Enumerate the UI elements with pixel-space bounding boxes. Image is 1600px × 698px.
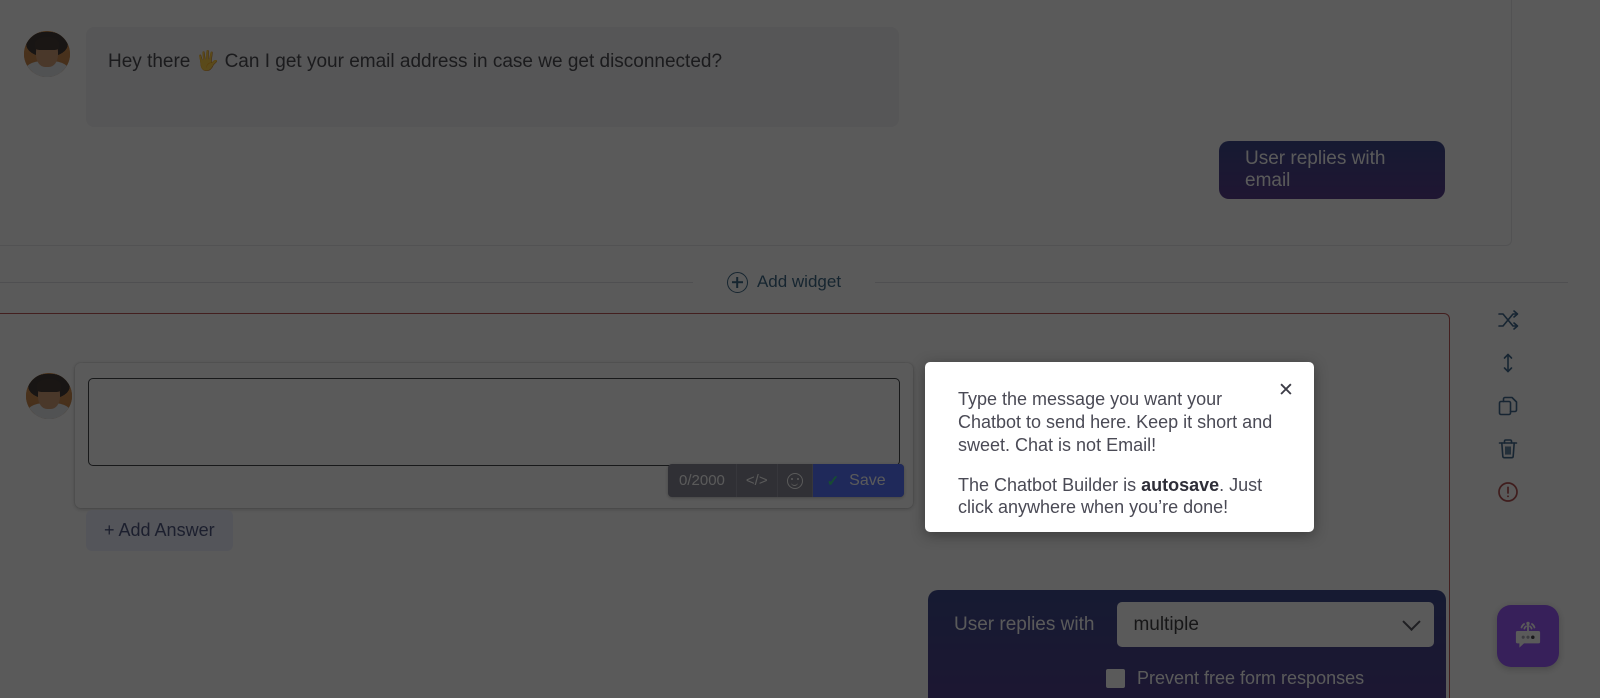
- user-reply-pill-label: User replies with email: [1245, 148, 1386, 191]
- user-reply-pill[interactable]: User replies with email: [1219, 141, 1445, 199]
- message-textarea[interactable]: [88, 378, 900, 466]
- node-action-rail: [1496, 308, 1520, 504]
- user-reply-settings-panel: User replies with multiple Prevent free …: [928, 590, 1446, 698]
- alert-circle-icon[interactable]: [1496, 480, 1520, 504]
- prevent-freeform-row: Prevent free form responses: [1106, 668, 1364, 689]
- shuffle-icon[interactable]: [1496, 308, 1520, 332]
- onboarding-tooltip: ✕ Type the message you want your Chatbot…: [925, 362, 1314, 532]
- plus-circle-icon: [726, 271, 748, 293]
- bot-message-text: Hey there 🖐 Can I get your email address…: [108, 51, 723, 72]
- save-button-label: Save: [849, 471, 886, 489]
- add-answer-button[interactable]: + Add Answer: [86, 510, 233, 551]
- avatar-face: [24, 31, 70, 77]
- tooltip-p2-bold: autosave: [1141, 474, 1220, 495]
- builder-canvas: Hey there 🖐 Can I get your email address…: [0, 0, 1600, 698]
- divider-right: [875, 281, 1568, 283]
- prevent-freeform-label: Prevent free form responses: [1137, 668, 1365, 688]
- save-button[interactable]: ✓ Save: [812, 464, 904, 497]
- add-widget-row: Add widget: [0, 268, 1568, 296]
- copy-icon[interactable]: [1496, 394, 1520, 418]
- check-icon: ✓: [826, 472, 840, 490]
- avatar-face: [26, 373, 72, 419]
- tooltip-paragraph-2: The Chatbot Builder is autosave. Just cl…: [958, 474, 1284, 520]
- chatbot-builder-screen: Hey there 🖐 Can I get your email address…: [0, 0, 1600, 698]
- move-vertical-icon[interactable]: [1496, 351, 1520, 375]
- avatar-hair: [34, 36, 60, 51]
- reply-type-label: User replies with: [954, 613, 1095, 635]
- reply-type-select[interactable]: multiple: [1117, 602, 1435, 647]
- emoji-picker-button[interactable]: [778, 464, 813, 497]
- message-node-card[interactable]: Hey there 🖐 Can I get your email address…: [0, 0, 1512, 246]
- code-icon[interactable]: </>: [737, 464, 778, 497]
- character-counter: 0/2000: [668, 464, 737, 497]
- tooltip-paragraph-1: Type the message you want your Chatbot t…: [958, 389, 1273, 455]
- prevent-freeform-checkbox[interactable]: [1106, 669, 1125, 688]
- avatar-secondary: [26, 373, 72, 419]
- close-icon[interactable]: ✕: [1276, 380, 1296, 400]
- trash-icon[interactable]: [1496, 437, 1520, 461]
- chevron-down-icon: [1402, 612, 1422, 631]
- reply-type-select-value: multiple: [1133, 613, 1199, 635]
- bot-message-bubble[interactable]: Hey there 🖐 Can I get your email address…: [86, 27, 899, 127]
- add-widget-label: Add widget: [756, 272, 842, 291]
- avatar: [24, 31, 70, 77]
- divider-left: [0, 281, 693, 283]
- editor-toolbar: 0/2000 </> ✓ Save: [668, 464, 904, 497]
- smiley-icon: [786, 472, 803, 489]
- chat-broadcast-icon: [1515, 621, 1541, 648]
- reply-type-row: User replies with multiple: [954, 602, 1435, 647]
- add-widget-button[interactable]: Add widget: [693, 271, 875, 293]
- tooltip-p2-before: The Chatbot Builder is: [958, 474, 1142, 495]
- avatar-hair: [36, 378, 62, 393]
- chat-widget-launcher[interactable]: [1497, 605, 1559, 667]
